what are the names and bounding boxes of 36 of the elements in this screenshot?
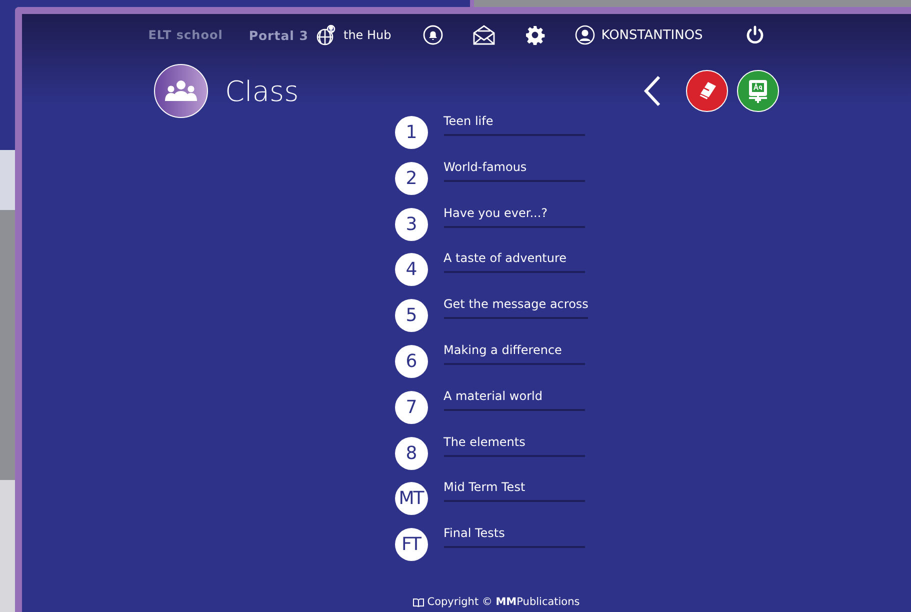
unit-link[interactable]: World-famous: [444, 160, 584, 182]
unit-number[interactable]: MT: [394, 482, 428, 516]
copyright-text: Copyright © MMPublications: [427, 596, 580, 608]
unit-link[interactable]: Final Tests: [444, 526, 584, 548]
unit-link[interactable]: Get the message across: [444, 297, 588, 320]
unit-link[interactable]: Mid Term Test: [444, 480, 584, 502]
user-icon: [575, 25, 596, 45]
unit-number[interactable]: FT: [394, 528, 428, 562]
user-menu[interactable]: KONSTANTINOS: [575, 25, 703, 45]
open-book-icon: [413, 598, 424, 606]
unit-link[interactable]: A material world: [444, 388, 584, 411]
unit-number[interactable]: 6: [394, 344, 428, 378]
unit-number[interactable]: 5: [394, 299, 428, 332]
settings-icon[interactable]: [525, 25, 546, 45]
unit-number[interactable]: 8: [394, 436, 428, 470]
page-title: Class: [225, 74, 299, 108]
dictionary-button[interactable]: [737, 70, 779, 112]
back-chevron-icon[interactable]: [643, 75, 661, 107]
unit-link[interactable]: Have you ever...?: [444, 206, 584, 228]
envelope-icon[interactable]: [473, 25, 496, 45]
unit-number[interactable]: 4: [394, 253, 428, 286]
unit-link[interactable]: The elements: [444, 434, 584, 457]
unit-link[interactable]: Teen life: [444, 114, 584, 136]
school-name[interactable]: ELT school: [148, 28, 223, 42]
product-name[interactable]: Portal 3: [248, 28, 308, 42]
dictionary-icon: [746, 78, 770, 104]
group-icon: [164, 80, 198, 102]
power-icon[interactable]: [744, 25, 765, 45]
unit-number[interactable]: 3: [394, 208, 428, 241]
unit-number[interactable]: 7: [394, 390, 428, 424]
unit-link[interactable]: A taste of adventure: [444, 251, 584, 274]
hub-link[interactable]: the Hub: [316, 24, 392, 46]
unit-link[interactable]: Making a difference: [444, 342, 584, 365]
unit-number[interactable]: 1: [394, 116, 428, 149]
bell-icon[interactable]: [423, 25, 444, 45]
unit-number[interactable]: 2: [394, 162, 428, 195]
